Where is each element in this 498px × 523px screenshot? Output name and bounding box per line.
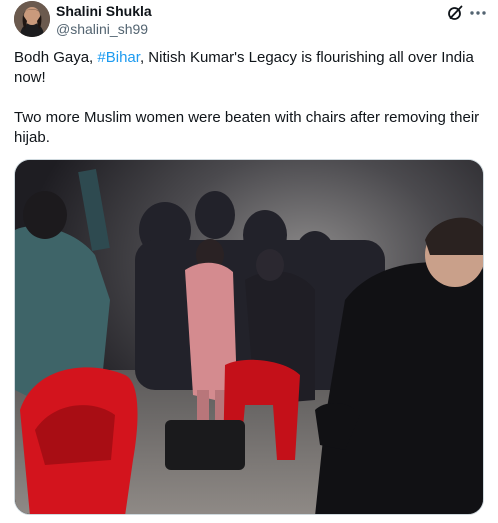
grok-icon[interactable] <box>446 4 464 22</box>
tweet-paragraph-2: Two more Muslim women were beaten with c… <box>14 109 480 146</box>
avatar[interactable] <box>14 1 50 37</box>
tweet-card: Shalini Shukla @shalini_sh99 Bodh Gaya, … <box>0 0 498 523</box>
tweet-paragraph-1: Bodh Gaya, #Bihar, Nitish Kumar's Legacy… <box>14 48 484 88</box>
tweet-text-part: Bodh Gaya, <box>14 49 98 66</box>
video-frame-image <box>15 160 483 514</box>
tweet-video[interactable] <box>14 159 484 515</box>
display-name[interactable]: Shalini Shukla <box>56 2 152 20</box>
more-options-icon <box>470 11 486 15</box>
more-options-button[interactable] <box>468 4 488 22</box>
hashtag-link[interactable]: #Bihar <box>97 49 140 66</box>
author-block: Shalini Shukla @shalini_sh99 <box>56 2 152 38</box>
tweet-text: Bodh Gaya, #Bihar, Nitish Kumar's Legacy… <box>14 48 484 148</box>
user-handle[interactable]: @shalini_sh99 <box>56 20 152 38</box>
